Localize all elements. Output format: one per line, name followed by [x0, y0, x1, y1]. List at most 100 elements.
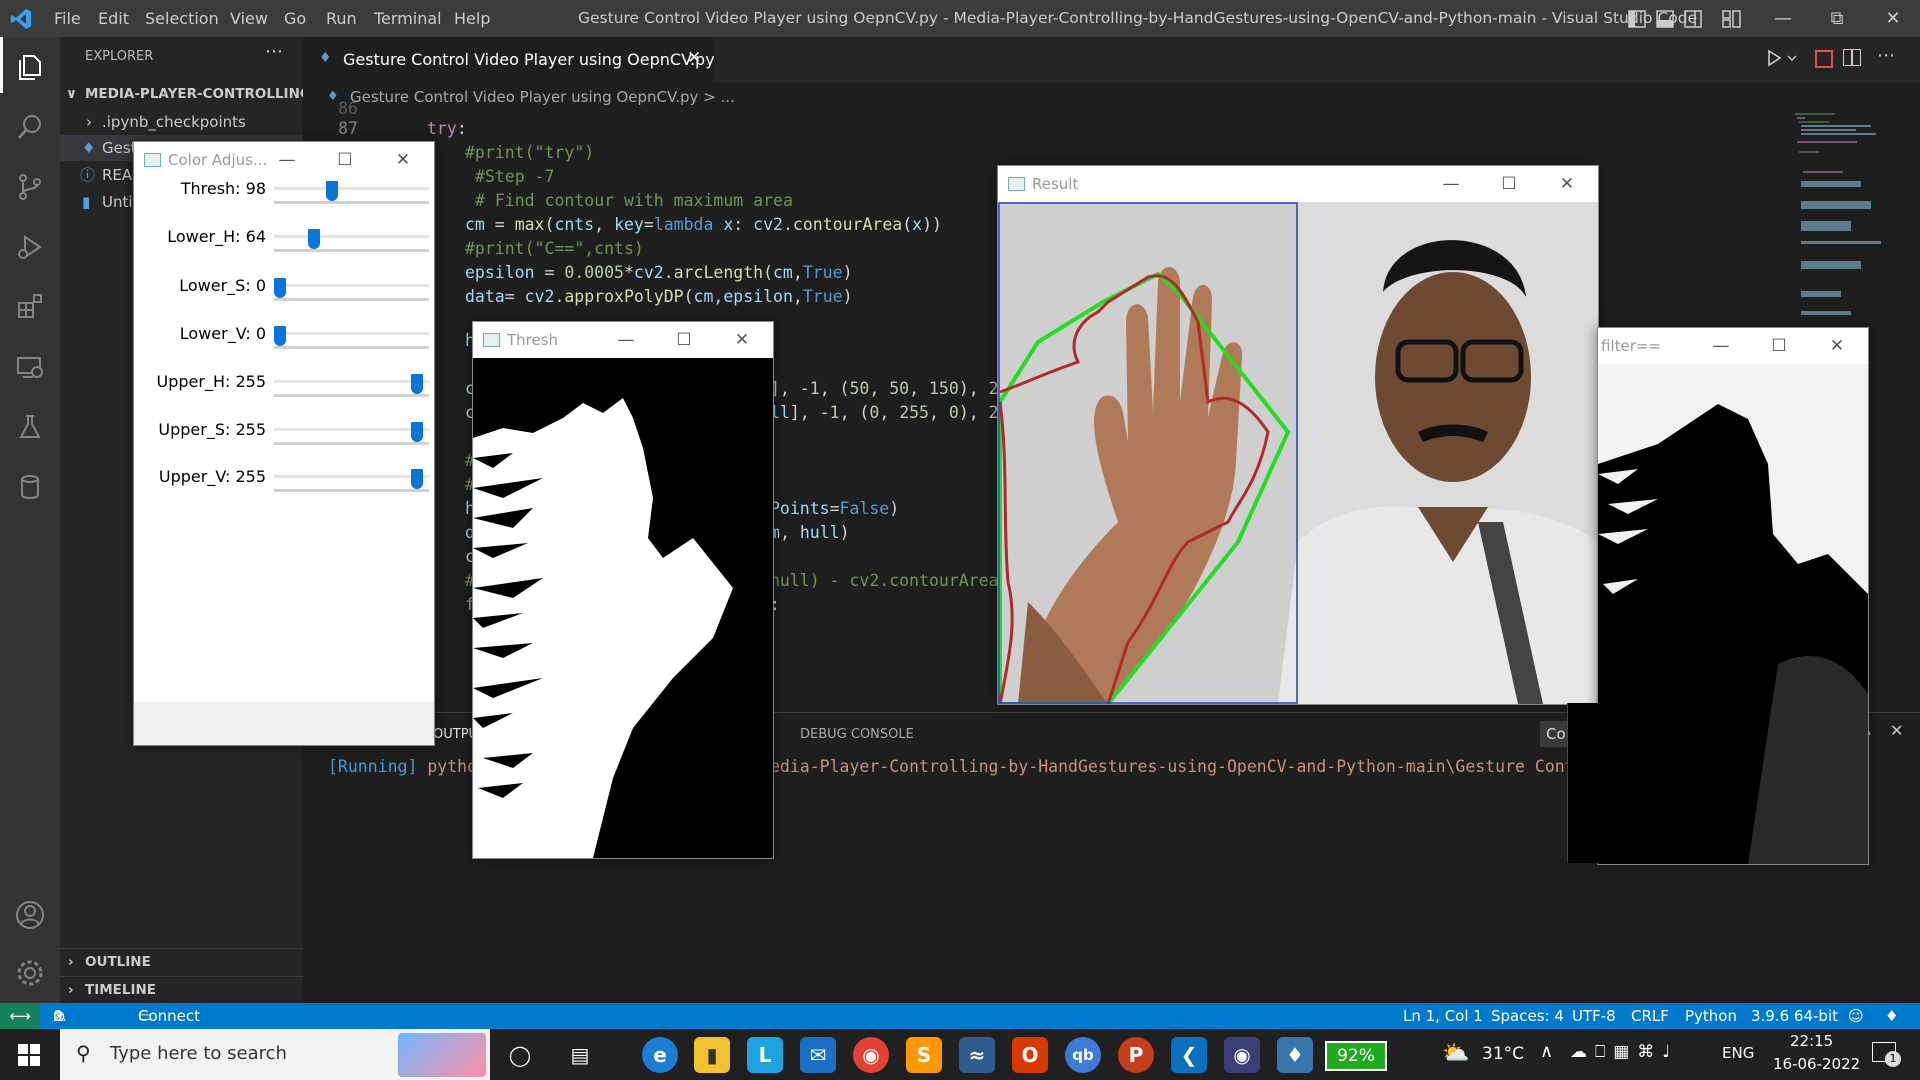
thresh-window[interactable]: Thresh — ☐ ✕ — [472, 321, 774, 859]
extensions-icon[interactable] — [0, 279, 60, 335]
outline-section[interactable]: › OUTLINE — [60, 948, 303, 975]
maximize-icon[interactable]: ☐ — [1480, 166, 1538, 202]
run-python-icon[interactable] — [1766, 48, 1802, 72]
menu-terminal[interactable]: Terminal — [374, 0, 442, 37]
explorer-icon[interactable] — [0, 39, 60, 95]
trackbar-track[interactable] — [274, 394, 429, 397]
encoding[interactable]: UTF-8 — [1572, 1003, 1616, 1029]
settings-gear-icon[interactable] — [0, 945, 60, 1001]
maximize-icon[interactable]: ☐ — [655, 322, 713, 358]
trackbar-thumb[interactable] — [411, 422, 423, 442]
explorer-more-icon[interactable]: ⋯ — [265, 41, 283, 62]
windows-start-icon[interactable] — [18, 1044, 40, 1066]
minimize-icon[interactable]: — — [597, 322, 655, 358]
feedback-icon[interactable]: ☺ — [1848, 1003, 1864, 1029]
file-explorer-icon[interactable]: ▮ — [694, 1037, 730, 1073]
python-app-icon[interactable]: ◉ — [1224, 1037, 1260, 1073]
trackbar-thumb[interactable] — [274, 326, 286, 346]
restore-icon[interactable]: ⧉ — [1814, 0, 1860, 37]
tree-item-ipynb[interactable]: › .ipynb_checkpoints — [60, 109, 303, 135]
clock-time[interactable]: 22:15 — [1790, 1032, 1833, 1050]
menu-go[interactable]: Go — [284, 0, 306, 37]
testing-icon[interactable] — [0, 399, 60, 455]
trackbar-thumb[interactable] — [411, 469, 423, 489]
trackbar-thumb[interactable] — [326, 181, 339, 201]
stop-icon[interactable] — [1815, 50, 1833, 68]
close-icon[interactable]: ✕ — [1808, 328, 1866, 364]
trackbar-track[interactable] — [274, 249, 429, 252]
menu-file[interactable]: File — [54, 0, 81, 37]
edge-icon[interactable]: e — [642, 1037, 678, 1073]
trackbar-thumb[interactable] — [274, 278, 286, 298]
input-language[interactable]: ENG — [1722, 1044, 1754, 1062]
menu-selection[interactable]: Selection — [145, 0, 219, 37]
wireshark-icon[interactable]: ≈ — [959, 1037, 995, 1073]
more-actions-icon[interactable]: ⋯ — [1877, 45, 1895, 66]
weather-temp[interactable]: 31°C — [1482, 1044, 1524, 1064]
language-mode[interactable]: Python — [1685, 1003, 1737, 1029]
battery-indicator[interactable]: 92% — [1325, 1041, 1387, 1071]
notifications-bell-icon[interactable]: ♦ — [1885, 1003, 1898, 1029]
database-icon[interactable] — [0, 459, 60, 515]
layout-toggle-icons[interactable] — [1628, 10, 1748, 28]
close-icon[interactable]: ✕ — [374, 142, 432, 178]
workspace-folder[interactable]: ∨ MEDIA-PLAYER-CONTROLLING... — [60, 81, 303, 107]
minimize-icon[interactable]: — — [1692, 328, 1750, 364]
mail-icon[interactable]: ✉ — [800, 1037, 836, 1073]
chrome-icon[interactable]: ◉ — [853, 1037, 889, 1073]
close-icon[interactable]: ✕ — [1870, 0, 1916, 37]
menu-help[interactable]: Help — [454, 0, 490, 37]
sublime-icon[interactable]: S — [906, 1037, 942, 1073]
filter-window[interactable]: filter== — ☐ ✕ — [1597, 327, 1869, 865]
tab-gesture-control[interactable]: ♦ Gesture Control Video Player using Oep… — [303, 37, 715, 84]
powerpoint-icon[interactable]: P — [1118, 1037, 1154, 1073]
trackbar-track[interactable] — [274, 346, 429, 349]
run-debug-icon[interactable] — [0, 219, 60, 275]
widgets-icon[interactable]: ▤ — [562, 1037, 598, 1073]
menu-edit[interactable]: Edit — [98, 0, 129, 37]
menu-view[interactable]: View — [230, 0, 268, 37]
python-idle-icon[interactable]: ♦ — [1277, 1037, 1313, 1073]
trackbar-track[interactable] — [274, 489, 429, 492]
panel-close-icon[interactable]: ✕ — [1890, 721, 1903, 740]
vscode-logo-icon[interactable] — [10, 8, 32, 30]
taskbar-search-box[interactable]: ⚲ Type here to search — [60, 1029, 490, 1080]
trackbar-thumb[interactable] — [308, 229, 321, 249]
thresh-titlebar[interactable]: Thresh — ☐ ✕ — [473, 322, 773, 358]
tray-icons[interactable]: ☁⎕▦⌘♩ — [1570, 1042, 1678, 1062]
tray-chevron-icon[interactable]: ∧ — [1540, 1041, 1553, 1062]
minimize-icon[interactable]: — — [258, 142, 316, 178]
breadcrumb[interactable]: ♦ Gesture Control Video Player using Oep… — [303, 83, 1920, 111]
eol[interactable]: CRLF — [1631, 1003, 1669, 1029]
trackbar-track[interactable] — [274, 442, 429, 445]
result-window[interactable]: Result — ☐ ✕ — [997, 165, 1599, 705]
maximize-icon[interactable]: ☐ — [1750, 328, 1808, 364]
remote-explorer-icon[interactable] — [0, 339, 60, 395]
indentation[interactable]: Spaces: 4 — [1491, 1003, 1564, 1029]
app-l-icon[interactable]: L — [747, 1037, 783, 1073]
close-icon[interactable]: ✕ — [1538, 166, 1596, 202]
trackbar-track[interactable] — [274, 201, 429, 204]
minimize-icon[interactable]: — — [1422, 166, 1480, 202]
office-icon[interactable]: O — [1012, 1037, 1048, 1073]
task-view-icon[interactable]: ◯ — [502, 1037, 538, 1073]
notification-center-icon[interactable]: 1 — [1872, 1042, 1901, 1067]
minimap[interactable] — [1793, 111, 1893, 331]
minimize-icon[interactable]: — — [1760, 0, 1806, 37]
trackbar-track[interactable] — [274, 298, 429, 301]
filter-titlebar[interactable]: filter== — ☐ ✕ — [1598, 328, 1868, 364]
close-icon[interactable]: ✕ — [713, 322, 771, 358]
split-editor-icon[interactable] — [1843, 49, 1861, 66]
remote-indicator-icon[interactable]: ⟷ — [0, 1003, 40, 1029]
result-titlebar[interactable]: Result — ☐ ✕ — [998, 166, 1598, 202]
vscode-taskbar-icon[interactable]: ❮ — [1171, 1037, 1207, 1073]
python-interpreter[interactable]: 3.9.6 64-bit — [1751, 1003, 1838, 1029]
color-adjust-window[interactable]: Color Adjus... — ☐ ✕ Thresh: 98 Lower_H: … — [133, 141, 435, 746]
timeline-section[interactable]: › TIMELINE — [60, 976, 303, 1003]
search-icon[interactable] — [0, 99, 60, 155]
qbittorrent-icon[interactable]: qb — [1065, 1037, 1101, 1073]
tab-close-icon[interactable]: ✕ — [687, 48, 701, 68]
trackbar-thumb[interactable] — [411, 374, 423, 394]
clock-date[interactable]: 16-06-2022 — [1773, 1055, 1860, 1073]
menu-run[interactable]: Run — [326, 0, 357, 37]
